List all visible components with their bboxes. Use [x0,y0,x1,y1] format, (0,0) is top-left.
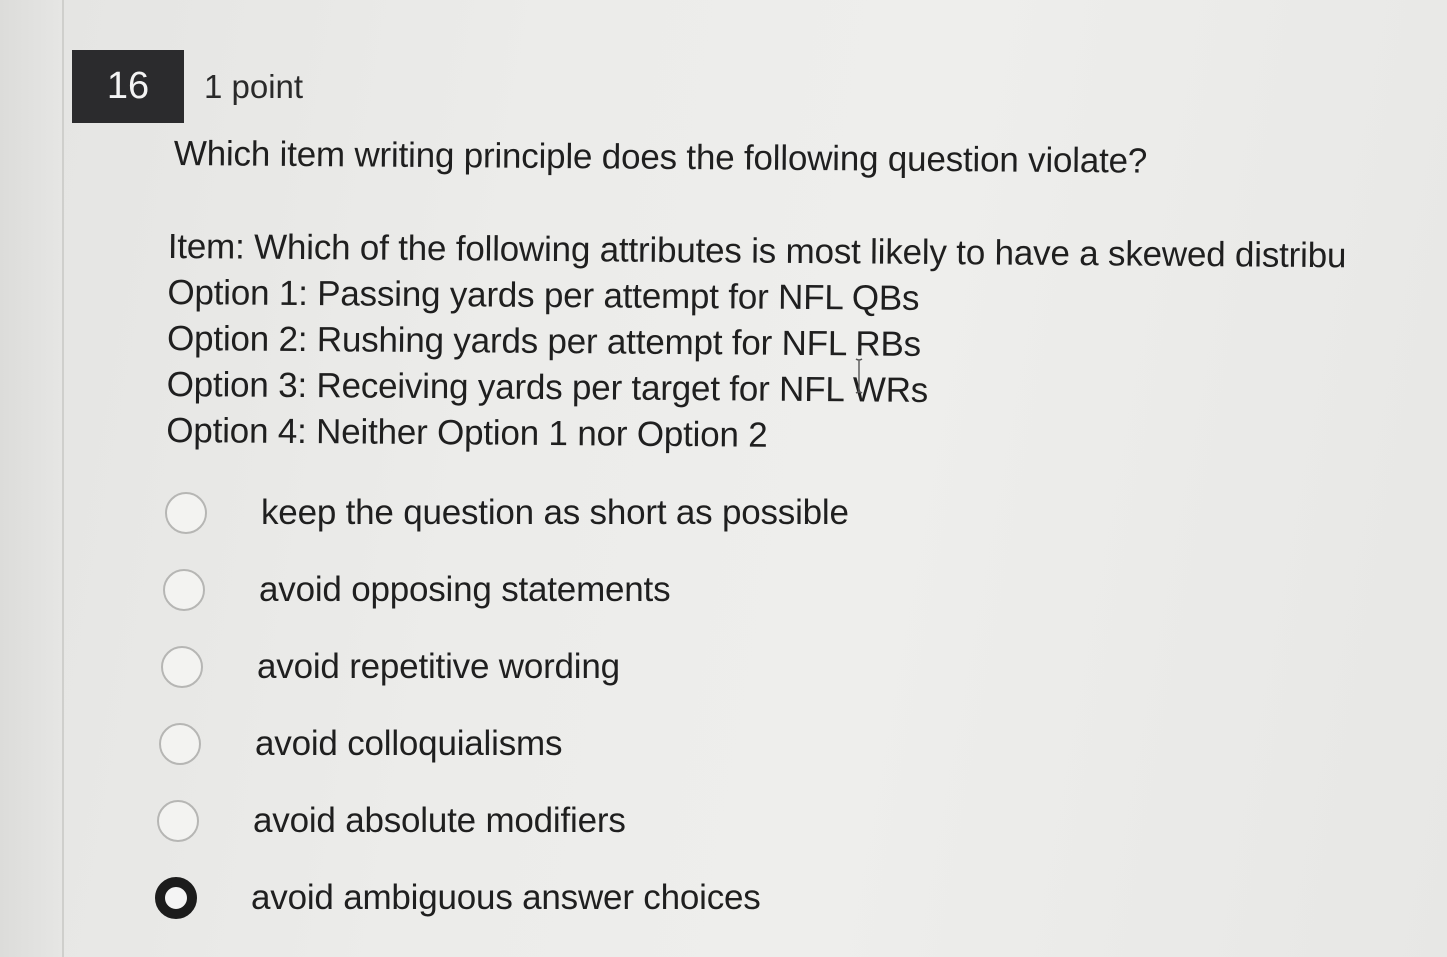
page-left-margin [0,0,64,957]
answer-choice[interactable]: avoid colloquialisms [159,705,849,782]
question-item-block: Item: Which of the following attributes … [166,224,1447,464]
radio-selected-icon[interactable] [155,876,197,919]
answer-choice-label: avoid repetitive wording [257,646,620,686]
radio-unselected-icon[interactable] [161,645,203,688]
item-option-line: Option 4: Neither Option 1 nor Option 2 [166,410,768,455]
question-number-badge: 16 [72,50,184,123]
radio-unselected-icon[interactable] [159,722,201,765]
answer-choice-label: keep the question as short as possible [261,492,849,532]
radio-unselected-icon[interactable] [163,568,205,611]
radio-unselected-icon[interactable] [157,799,199,842]
answer-choice[interactable]: avoid opposing statements [163,551,849,628]
text-cursor-icon [855,358,863,394]
answer-choice-label: avoid opposing statements [259,569,671,609]
answer-choice-label: avoid colloquialisms [255,723,563,763]
answer-choices: keep the question as short as possible a… [152,474,849,936]
question-points: 1 point [204,68,304,105]
question-stem: Which item writing principle does the fo… [173,134,1148,181]
answer-choice-label: avoid ambiguous answer choices [251,877,761,917]
answer-choice[interactable]: avoid repetitive wording [161,628,849,705]
answer-choice-label: avoid absolute modifiers [253,800,626,840]
answer-choice[interactable]: keep the question as short as possible [165,474,849,551]
answer-choice-selected[interactable]: avoid ambiguous answer choices [155,859,849,936]
radio-unselected-icon[interactable] [165,491,207,534]
answer-choice[interactable]: avoid absolute modifiers [157,782,849,859]
